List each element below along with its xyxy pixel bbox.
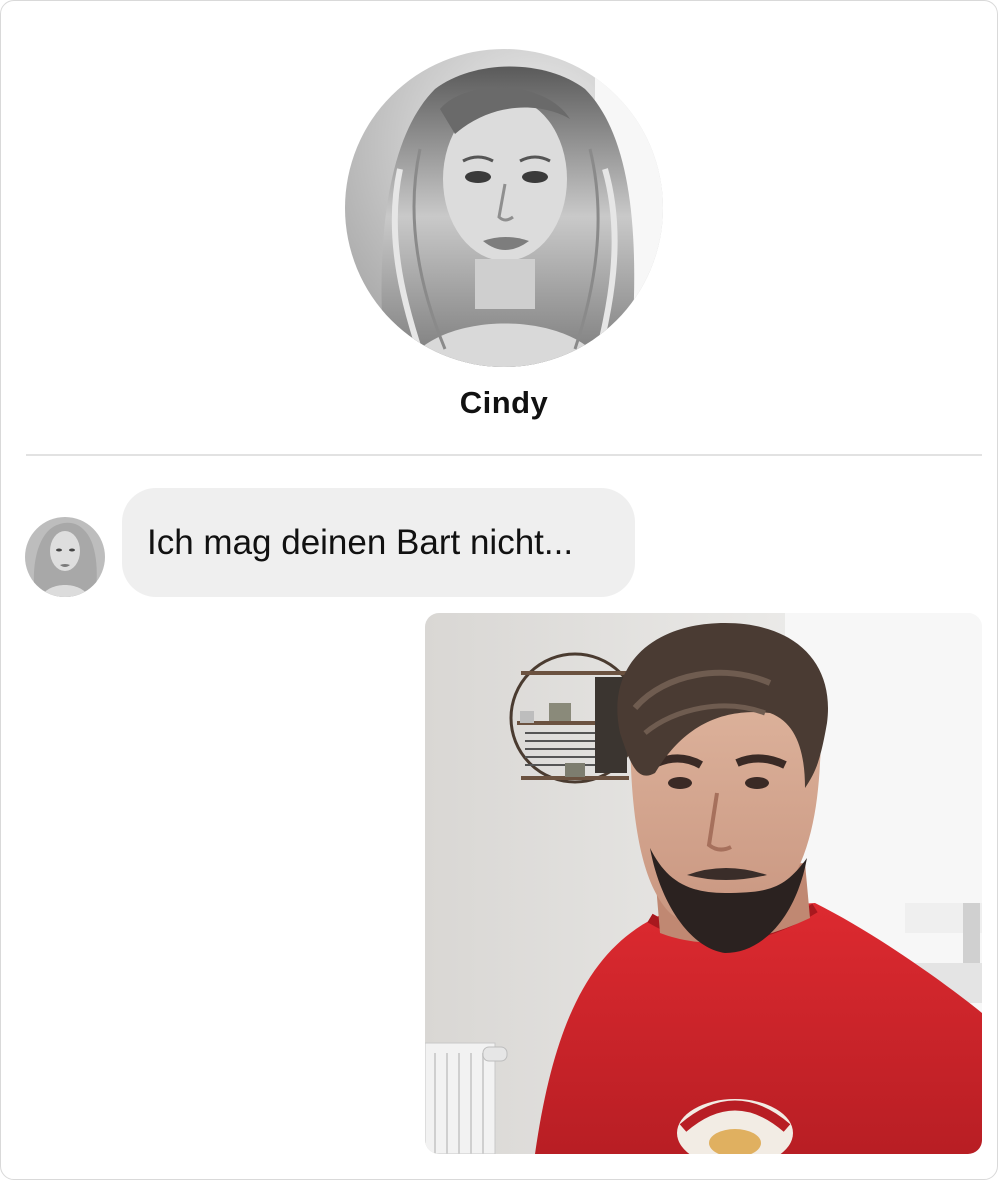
woman-portrait-bw-icon [25, 517, 105, 597]
contact-avatar[interactable] [345, 49, 663, 367]
chat-card: Cindy Ich mag deinen Bart nicht... [0, 0, 998, 1180]
received-message-bubble[interactable]: Ich mag deinen Bart nicht... [122, 488, 635, 597]
contact-name: Cindy [459, 385, 549, 420]
woman-portrait-bw-icon [345, 49, 663, 367]
contact-header: Cindy [1, 1, 997, 456]
sent-photo-message[interactable] [425, 613, 982, 1154]
message-avatar[interactable] [25, 517, 105, 597]
man-selfie-photo-icon [425, 613, 982, 1154]
header-divider [26, 454, 982, 456]
